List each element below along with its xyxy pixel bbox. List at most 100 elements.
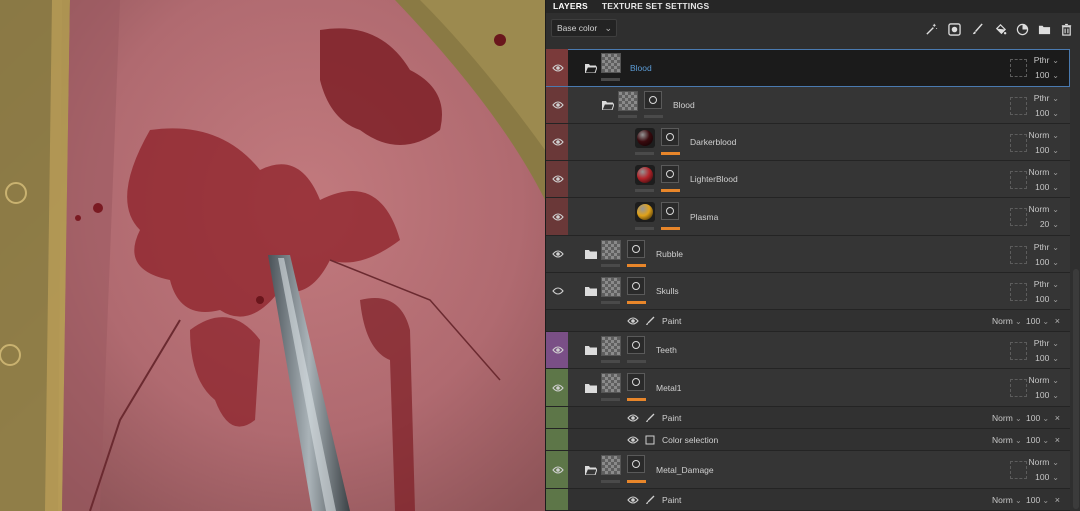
magic-wand-icon[interactable] <box>923 21 939 37</box>
empty-slot[interactable] <box>1010 134 1027 152</box>
layer-opacity[interactable]: 100 ⌄ <box>1035 294 1059 304</box>
eye-icon[interactable] <box>552 174 564 184</box>
layer-blend-mode[interactable]: Norm ⌄ <box>1029 167 1059 177</box>
layer-blend-mode[interactable]: Pthr ⌄ <box>1034 242 1059 252</box>
layer-opacity[interactable]: 100 ⌄ <box>1026 412 1049 425</box>
eye-icon[interactable] <box>552 63 564 73</box>
eye-icon[interactable] <box>552 465 564 475</box>
layer-blend-mode[interactable]: Norm ⌄ <box>1029 457 1059 467</box>
layer-name[interactable]: Paint <box>662 412 681 424</box>
layer-blend-mode[interactable]: Pthr ⌄ <box>1034 55 1059 65</box>
tab-texture-set-settings[interactable]: TEXTURE SET SETTINGS <box>595 0 716 13</box>
eye-off-icon[interactable] <box>552 286 564 296</box>
layer-name[interactable]: LighterBlood <box>690 173 738 185</box>
mask-thumbnail[interactable] <box>627 240 645 258</box>
close-icon[interactable]: × <box>1055 412 1060 424</box>
layer-opacity[interactable]: 100 ⌄ <box>1026 434 1049 447</box>
brush-icon[interactable] <box>969 21 985 37</box>
layer-opacity[interactable]: 100 ⌄ <box>1035 390 1059 400</box>
folder-icon[interactable] <box>585 286 597 296</box>
layer-opacity[interactable]: 100 ⌄ <box>1035 472 1059 482</box>
mask-thumbnail[interactable] <box>661 128 679 146</box>
layer-name[interactable]: Paint <box>662 315 681 327</box>
layer-opacity[interactable]: 100 ⌄ <box>1035 257 1059 267</box>
close-icon[interactable]: × <box>1055 434 1060 446</box>
layer-name[interactable]: Skulls <box>656 285 679 297</box>
mask-thumbnail[interactable] <box>627 336 645 354</box>
layer-effect-row[interactable]: Paint Norm ⌄ 100 ⌄ × <box>546 489 1070 511</box>
eye-icon[interactable] <box>627 413 639 423</box>
empty-slot[interactable] <box>1010 283 1027 301</box>
layer-opacity[interactable]: 20 ⌄ <box>1040 219 1059 229</box>
layer-name[interactable]: Color selection <box>662 434 718 446</box>
layer-row[interactable]: Teeth Pthr ⌄ 100 ⌄ <box>546 332 1070 369</box>
folder-icon[interactable] <box>585 383 597 393</box>
eye-icon[interactable] <box>552 345 564 355</box>
layer-row[interactable]: Blood Pthr ⌄ 100 ⌄ <box>546 87 1070 124</box>
layer-row[interactable]: Darkerblood Norm ⌄ 100 ⌄ <box>546 124 1070 161</box>
mask-thumbnail[interactable] <box>627 277 645 295</box>
mask-thumbnail[interactable] <box>661 202 679 220</box>
empty-slot[interactable] <box>1010 171 1027 189</box>
empty-slot[interactable] <box>1010 342 1027 360</box>
layer-opacity[interactable]: 100 ⌄ <box>1035 70 1059 80</box>
mask-thumbnail[interactable] <box>627 373 645 391</box>
layer-effect-row[interactable]: Color selection Norm ⌄ 100 ⌄ × <box>546 429 1070 451</box>
layers-scrollbar[interactable] <box>1073 269 1079 509</box>
eye-icon[interactable] <box>552 383 564 393</box>
layer-opacity[interactable]: 100 ⌄ <box>1035 182 1059 192</box>
layer-opacity[interactable]: 100 ⌄ <box>1035 108 1059 118</box>
eye-icon[interactable] <box>552 249 564 259</box>
layer-name[interactable]: Rubble <box>656 248 683 260</box>
fill-icon[interactable] <box>992 21 1008 37</box>
layer-name[interactable]: Darkerblood <box>690 136 736 148</box>
layer-blend-mode[interactable]: Pthr ⌄ <box>1034 93 1059 103</box>
layer-row[interactable]: Metal1 Norm ⌄ 100 ⌄ <box>546 369 1070 407</box>
layer-name[interactable]: Blood <box>630 62 652 74</box>
folder-open-icon[interactable] <box>584 63 598 73</box>
layer-blend-mode[interactable]: Norm ⌄ <box>1029 204 1059 214</box>
layer-row[interactable]: Skulls Pthr ⌄ 100 ⌄ <box>546 273 1070 310</box>
folder-icon[interactable] <box>585 345 597 355</box>
layer-row[interactable]: LighterBlood Norm ⌄ 100 ⌄ <box>546 161 1070 198</box>
eye-icon[interactable] <box>552 212 564 222</box>
layer-effect-row[interactable]: Paint Norm ⌄ 100 ⌄ × <box>546 310 1070 332</box>
folder-open-icon[interactable] <box>601 100 615 111</box>
close-icon[interactable]: × <box>1055 315 1060 327</box>
layer-blend-mode[interactable]: Pthr ⌄ <box>1034 279 1059 289</box>
eye-icon[interactable] <box>627 495 639 505</box>
layer-opacity[interactable]: 100 ⌄ <box>1035 145 1059 155</box>
folder-icon[interactable] <box>585 249 597 259</box>
empty-slot[interactable] <box>1010 461 1027 479</box>
empty-slot[interactable] <box>1010 379 1027 397</box>
layer-blend-mode[interactable]: Norm ⌄ <box>1029 130 1059 140</box>
empty-slot[interactable] <box>1010 208 1027 226</box>
layer-name[interactable]: Teeth <box>656 344 677 356</box>
smart-material-icon[interactable] <box>1014 21 1030 37</box>
close-icon[interactable]: × <box>1055 494 1060 506</box>
layer-row[interactable]: Rubble Pthr ⌄ 100 ⌄ <box>546 236 1070 273</box>
layer-name[interactable]: Metal1 <box>656 382 682 394</box>
eye-icon[interactable] <box>552 100 564 110</box>
folder-open-icon[interactable] <box>584 465 598 475</box>
mask-thumbnail[interactable] <box>644 91 662 109</box>
mask-thumbnail[interactable] <box>627 455 645 473</box>
layer-row[interactable]: Metal_Damage Norm ⌄ 100 ⌄ <box>546 451 1070 489</box>
layer-blend-mode[interactable]: Pthr ⌄ <box>1034 338 1059 348</box>
layer-row[interactable]: Blood Pthr ⌄ 100 ⌄ <box>546 49 1070 87</box>
empty-slot[interactable] <box>1010 246 1027 264</box>
folder-icon[interactable] <box>1036 21 1052 37</box>
trash-icon[interactable] <box>1058 21 1074 37</box>
layer-row[interactable]: Plasma Norm ⌄ 20 ⌄ <box>546 198 1070 236</box>
layer-opacity[interactable]: 100 ⌄ <box>1035 353 1059 363</box>
layer-opacity[interactable]: 100 ⌄ <box>1026 315 1049 328</box>
layer-blend-mode[interactable]: Norm ⌄ <box>992 412 1022 425</box>
empty-slot[interactable] <box>1010 97 1027 115</box>
mask-icon[interactable] <box>946 21 962 37</box>
layer-effect-row[interactable]: Paint Norm ⌄ 100 ⌄ × <box>546 407 1070 429</box>
eye-icon[interactable] <box>552 137 564 147</box>
layer-name[interactable]: Metal_Damage <box>656 464 714 476</box>
layer-blend-mode[interactable]: Norm ⌄ <box>992 315 1022 328</box>
mask-thumbnail[interactable] <box>661 165 679 183</box>
tab-layers[interactable]: LAYERS <box>546 0 595 13</box>
